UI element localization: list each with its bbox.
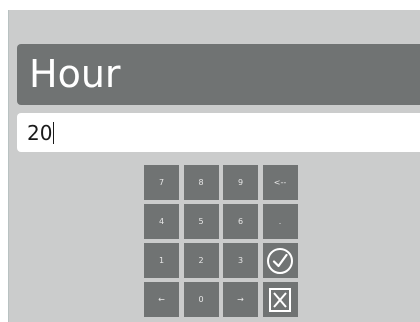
key-7[interactable]: 7 bbox=[144, 165, 179, 200]
key-left-arrow[interactable]: ← bbox=[144, 282, 179, 317]
key-9[interactable]: 9 bbox=[223, 165, 258, 200]
cancel-x-icon bbox=[269, 287, 291, 312]
key-label: 1 bbox=[158, 256, 165, 265]
key-3[interactable]: 3 bbox=[223, 243, 258, 278]
key-5[interactable]: 5 bbox=[183, 204, 219, 239]
value-text: 20 bbox=[27, 121, 55, 145]
key-1[interactable]: 1 bbox=[144, 243, 179, 278]
key-2[interactable]: 2 bbox=[183, 243, 219, 278]
key-8[interactable]: 8 bbox=[183, 165, 219, 200]
key-label: 6 bbox=[237, 217, 244, 226]
key-label: 7 bbox=[158, 178, 165, 187]
text-caret bbox=[53, 122, 55, 144]
dialog-title: Hour bbox=[29, 52, 121, 96]
key-label: 3 bbox=[237, 256, 244, 265]
key-label: 9 bbox=[237, 178, 244, 187]
key-backspace[interactable]: <-- bbox=[262, 165, 298, 200]
key-label: 4 bbox=[158, 217, 165, 226]
confirm-button[interactable] bbox=[262, 243, 298, 278]
key-decimal[interactable]: . bbox=[262, 204, 298, 239]
key-label: 8 bbox=[198, 178, 204, 187]
key-right-arrow[interactable]: → bbox=[223, 282, 258, 317]
key-label: 5 bbox=[198, 217, 204, 226]
value-digits: 20 bbox=[27, 121, 53, 145]
key-6[interactable]: 6 bbox=[223, 204, 258, 239]
key-label: . bbox=[278, 217, 282, 226]
key-label: → bbox=[237, 295, 244, 304]
key-label: ← bbox=[158, 295, 165, 304]
key-4[interactable]: 4 bbox=[144, 204, 179, 239]
key-label: <-- bbox=[273, 178, 287, 187]
confirm-check-icon bbox=[267, 247, 293, 274]
value-input[interactable]: 20 bbox=[17, 113, 420, 152]
title-bar: Hour bbox=[17, 44, 420, 105]
key-label: 2 bbox=[198, 256, 204, 265]
key-0[interactable]: 0 bbox=[183, 282, 219, 317]
keypad-dialog: Hour 20 7 8 9 <-- 4 5 6. 1 2 3 ← 0 → bbox=[8, 10, 420, 322]
cancel-button[interactable] bbox=[262, 282, 298, 317]
key-label: 0 bbox=[198, 295, 204, 304]
